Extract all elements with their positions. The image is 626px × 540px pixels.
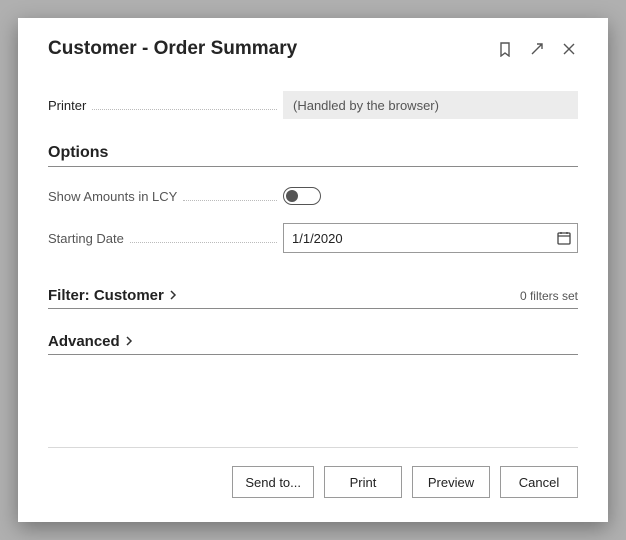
bookmark-icon[interactable] <box>496 40 514 58</box>
printer-value[interactable]: (Handled by the browser) <box>283 91 578 119</box>
starting-date-input[interactable] <box>283 223 578 253</box>
send-to-button[interactable]: Send to... <box>232 466 314 498</box>
show-lcy-toggle[interactable] <box>283 187 321 205</box>
printer-row: Printer (Handled by the browser) <box>48 90 578 120</box>
toggle-knob <box>286 190 298 202</box>
filter-customer-heading: Filter: Customer <box>48 287 164 304</box>
button-bar: Send to... Print Preview Cancel <box>48 466 578 498</box>
filter-customer-section[interactable]: Filter: Customer 0 filters set <box>48 287 578 304</box>
title-icon-group <box>496 40 578 58</box>
print-button[interactable]: Print <box>324 466 402 498</box>
chevron-right-icon <box>124 336 134 346</box>
close-icon[interactable] <box>560 40 578 58</box>
leader-dots <box>183 200 277 201</box>
chevron-right-icon <box>168 290 178 300</box>
filter-summary: 0 filters set <box>520 289 578 303</box>
dialog-backdrop: Customer - Order Summary Printer (Han <box>0 0 626 540</box>
leader-dots <box>130 242 277 243</box>
printer-label: Printer <box>48 98 86 113</box>
report-request-dialog: Customer - Order Summary Printer (Han <box>18 18 608 522</box>
cancel-button[interactable]: Cancel <box>500 466 578 498</box>
advanced-heading: Advanced <box>48 333 120 350</box>
starting-date-input-wrap <box>283 223 578 253</box>
dialog-title: Customer - Order Summary <box>48 38 496 60</box>
expand-icon[interactable] <box>528 40 546 58</box>
show-lcy-row: Show Amounts in LCY <box>48 181 578 211</box>
options-divider <box>48 166 578 167</box>
options-heading: Options <box>48 144 578 162</box>
starting-date-label: Starting Date <box>48 231 124 246</box>
starting-date-row: Starting Date <box>48 223 578 253</box>
show-lcy-label: Show Amounts in LCY <box>48 189 177 204</box>
advanced-divider <box>48 354 578 355</box>
button-bar-divider <box>48 447 578 448</box>
preview-button[interactable]: Preview <box>412 466 490 498</box>
titlebar: Customer - Order Summary <box>48 38 578 60</box>
leader-dots <box>92 109 277 110</box>
filter-divider <box>48 308 578 309</box>
advanced-section[interactable]: Advanced <box>48 333 578 350</box>
